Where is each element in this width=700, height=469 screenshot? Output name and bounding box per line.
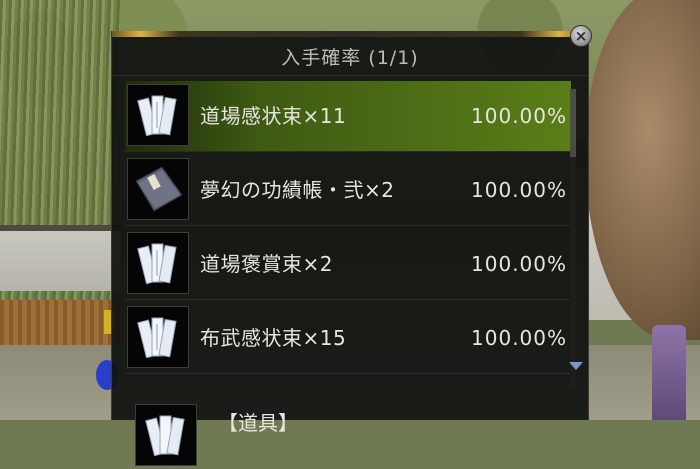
drop-rate-panel: 入手確率 (1/1) 道場感状束×11 100.00% 夢幻の功績帳・弐×2 1…	[111, 31, 589, 466]
item-name: 夢幻の功績帳・弐×2	[200, 178, 395, 202]
character-figure	[652, 325, 686, 420]
paper-scrolls-icon	[127, 84, 189, 146]
item-drop-rate: 100.00%	[471, 104, 567, 128]
paper-scrolls-icon	[135, 404, 197, 466]
drop-item-row[interactable]: 布武感状束×15 100.00%	[125, 303, 571, 374]
ledger-book-icon	[127, 158, 189, 220]
item-name: 道場褒賞束×2	[200, 252, 333, 276]
panel-title: 入手確率 (1/1)	[112, 37, 588, 76]
item-drop-rate: 100.00%	[471, 178, 567, 202]
category-label: 【道具】	[218, 411, 298, 435]
close-button[interactable]: ×	[570, 25, 592, 47]
drop-item-row[interactable]: 道場褒賞束×2 100.00%	[125, 229, 571, 300]
paper-scrolls-icon	[127, 232, 189, 294]
castle-wall	[0, 225, 120, 291]
paper-scrolls-icon	[127, 306, 189, 368]
drop-item-row[interactable]: 道場感状束×11 100.00%	[125, 81, 571, 152]
item-drop-rate: 100.00%	[471, 326, 567, 350]
item-drop-rate: 100.00%	[471, 252, 567, 276]
scroll-down-arrow-icon[interactable]	[569, 362, 583, 370]
close-icon: ×	[574, 27, 588, 45]
drop-item-list: 道場感状束×11 100.00% 夢幻の功績帳・弐×2 100.00% 道場褒賞…	[125, 81, 571, 377]
item-name: 道場感状束×11	[200, 104, 347, 128]
scrollbar-thumb[interactable]	[570, 89, 576, 157]
drop-item-row[interactable]: 夢幻の功績帳・弐×2 100.00%	[125, 155, 571, 226]
item-name: 布武感状束×15	[200, 326, 347, 350]
category-row[interactable]: 【道具】	[135, 404, 571, 466]
